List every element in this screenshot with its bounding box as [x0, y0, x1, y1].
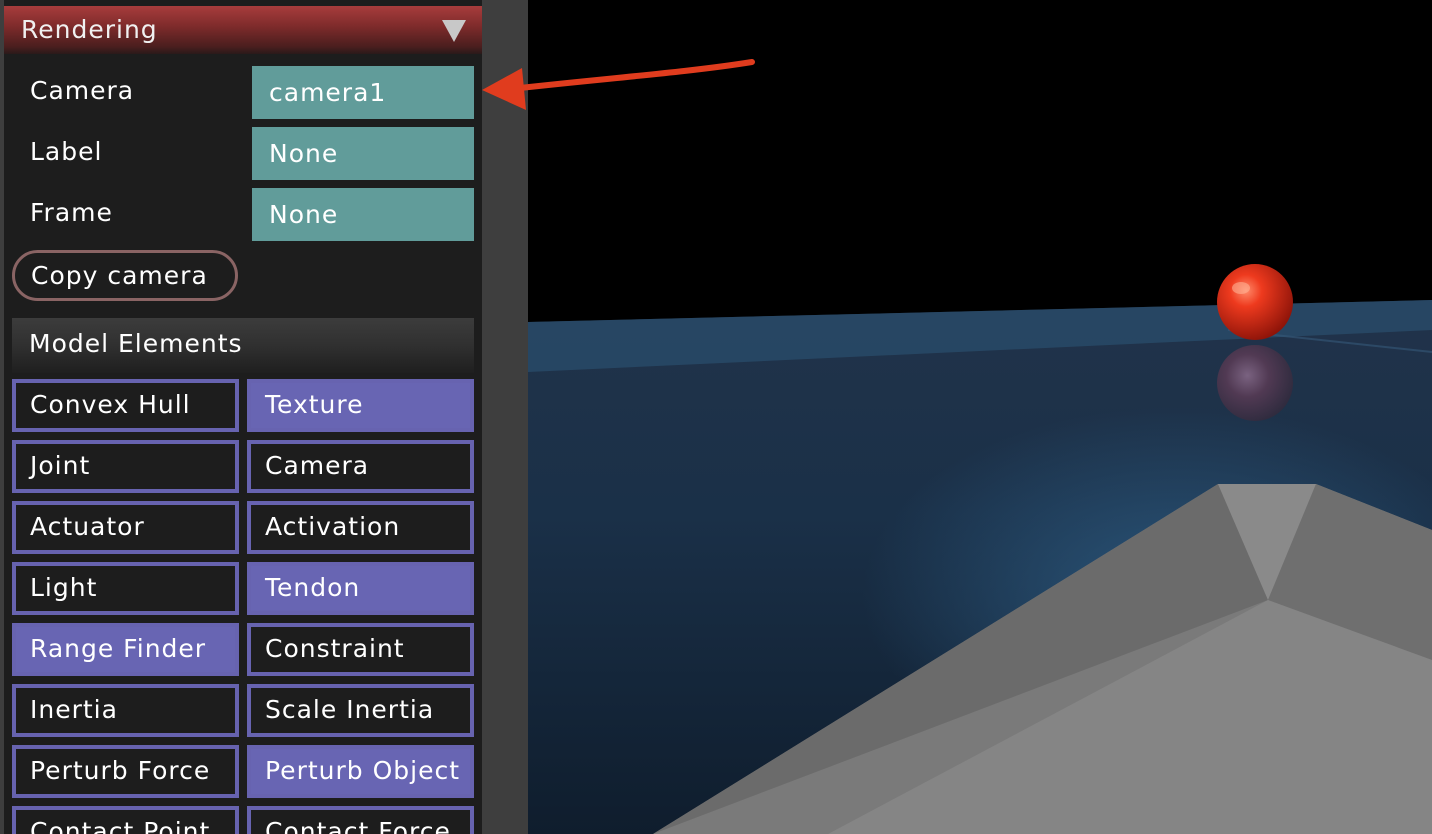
rendering-section-header[interactable]: Rendering: [4, 6, 482, 54]
toggle-camera[interactable]: Camera: [247, 440, 474, 493]
frame-select[interactable]: None: [252, 188, 474, 241]
toggle-range-finder[interactable]: Range Finder: [12, 623, 239, 676]
rendering-section-title: Rendering: [21, 15, 158, 44]
toggle-inertia[interactable]: Inertia: [12, 684, 239, 737]
toggle-light[interactable]: Light: [12, 562, 239, 615]
label-label: Label: [30, 137, 103, 166]
model-elements-header[interactable]: Model Elements: [12, 318, 474, 373]
toggle-contact-point[interactable]: Contact Point: [12, 806, 239, 834]
toggle-perturb-object[interactable]: Perturb Object: [247, 745, 474, 798]
toggle-perturb-force[interactable]: Perturb Force: [12, 745, 239, 798]
copy-camera-button[interactable]: Copy camera: [12, 250, 238, 301]
toggle-convex-hull[interactable]: Convex Hull: [12, 379, 239, 432]
toggle-texture[interactable]: Texture: [247, 379, 474, 432]
app-window: Rendering Camera camera1 Label None Fram…: [0, 0, 1432, 834]
annotation-arrow-icon: [482, 59, 755, 110]
toggle-actuator[interactable]: Actuator: [12, 501, 239, 554]
3d-viewport[interactable]: [528, 0, 1432, 834]
camera-label: Camera: [30, 76, 135, 105]
ball-reflection: [1217, 345, 1293, 421]
toggle-tendon[interactable]: Tendon: [247, 562, 474, 615]
toggle-joint[interactable]: Joint: [12, 440, 239, 493]
triangle-down-icon[interactable]: [442, 20, 466, 42]
toggle-activation[interactable]: Activation: [247, 501, 474, 554]
red-ball: [1217, 264, 1293, 340]
scene-render: [528, 0, 1432, 834]
ui-sidebar: Rendering Camera camera1 Label None Fram…: [0, 0, 528, 834]
camera-select[interactable]: camera1: [252, 66, 474, 119]
toggle-scale-inertia[interactable]: Scale Inertia: [247, 684, 474, 737]
label-select[interactable]: None: [252, 127, 474, 180]
toggle-constraint[interactable]: Constraint: [247, 623, 474, 676]
toggle-contact-force[interactable]: Contact Force: [247, 806, 474, 834]
frame-label: Frame: [30, 198, 113, 227]
